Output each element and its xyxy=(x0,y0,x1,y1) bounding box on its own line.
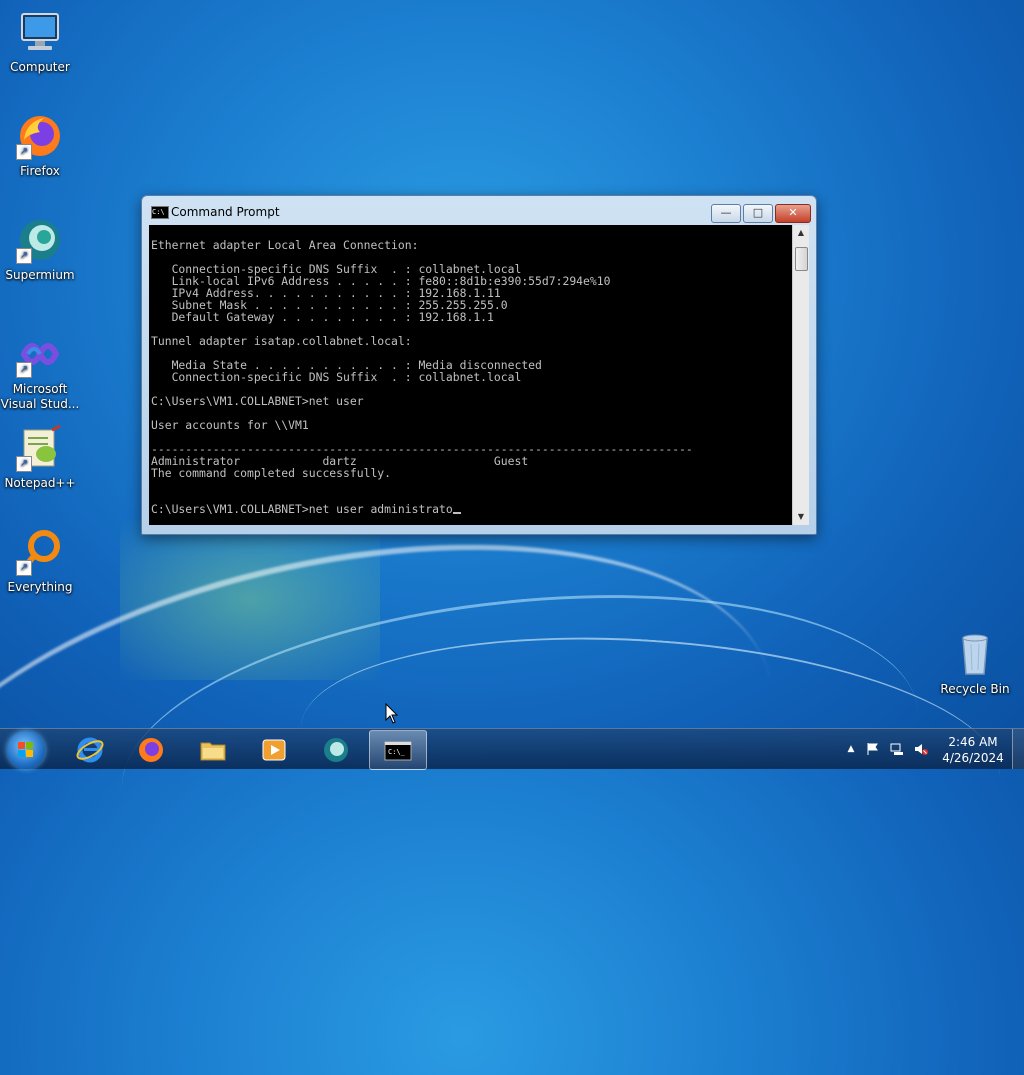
console-text: Ethernet adapter Local Area Connection: … xyxy=(151,238,693,516)
action-center-flag-icon[interactable] xyxy=(866,742,880,756)
clock-date: 4/26/2024 xyxy=(942,751,1004,765)
volume-muted-icon[interactable] xyxy=(914,742,928,756)
taskbar: C:\_ ▲ 2:46 AM 4/26/2024 xyxy=(0,728,1024,770)
shortcut-arrow-icon: ↗ xyxy=(16,456,32,472)
desktop-icon-label: Supermium xyxy=(5,268,75,282)
desktop-icon-label: Firefox xyxy=(20,164,60,178)
command-prompt-window[interactable]: C:\ Command Prompt — □ ✕ Ethernet adapte… xyxy=(141,195,817,535)
desktop-icon-supermium[interactable]: ↗ Supermium xyxy=(0,216,80,283)
minimize-button[interactable]: — xyxy=(711,204,741,223)
network-icon[interactable] xyxy=(890,742,904,756)
media-player-icon xyxy=(260,736,288,764)
clock-time: 2:46 AM xyxy=(948,735,998,749)
desktop-icon-label: Notepad++ xyxy=(4,476,76,490)
taskbar-clock[interactable]: 2:46 AM 4/26/2024 xyxy=(940,734,1006,766)
desktop-icon-label: Recycle Bin xyxy=(940,682,1010,696)
shortcut-arrow-icon: ↗ xyxy=(16,560,32,576)
scroll-down-arrow-icon[interactable]: ▼ xyxy=(793,509,809,525)
desktop-icon-computer[interactable]: Computer xyxy=(0,8,80,75)
desktop-icon-notepad-plus-plus[interactable]: ↗ Notepad++ xyxy=(0,424,80,491)
cmd-icon: C:\_ xyxy=(384,737,412,765)
desktop-icon-visual-studio[interactable]: ↗ Microsoft Visual Stud... xyxy=(0,330,80,412)
recycle-bin-icon xyxy=(951,630,999,678)
scroll-thumb[interactable] xyxy=(795,247,808,271)
show-hidden-icons-icon[interactable]: ▲ xyxy=(844,742,858,756)
show-desktop-button[interactable] xyxy=(1012,729,1024,769)
desktop-icon-label: Everything xyxy=(7,580,73,594)
folder-icon xyxy=(199,736,227,764)
taskbar-command-prompt[interactable]: C:\_ xyxy=(369,730,427,770)
wallpaper-glow xyxy=(120,520,380,680)
shortcut-arrow-icon: ↗ xyxy=(16,144,32,160)
desktop-icon-firefox[interactable]: ↗ Firefox xyxy=(0,112,80,179)
visual-studio-icon: ↗ xyxy=(16,330,64,378)
supermium-icon: ↗ xyxy=(16,216,64,264)
desktop-icon-label: Computer xyxy=(10,60,70,74)
desktop-icon-label: Microsoft Visual Stud... xyxy=(0,382,80,411)
cmd-icon: C:\ xyxy=(151,206,169,219)
close-button[interactable]: ✕ xyxy=(775,204,811,223)
console-output[interactable]: Ethernet adapter Local Area Connection: … xyxy=(149,225,792,525)
scroll-up-arrow-icon[interactable]: ▲ xyxy=(793,225,809,241)
system-tray: ▲ xyxy=(840,729,940,769)
supermium-icon xyxy=(322,736,350,764)
taskbar-file-explorer[interactable] xyxy=(185,730,241,768)
vertical-scrollbar[interactable]: ▲ ▼ xyxy=(792,225,809,525)
taskbar-internet-explorer[interactable] xyxy=(62,730,118,768)
internet-explorer-icon xyxy=(76,736,104,764)
notepad-plus-plus-icon: ↗ xyxy=(16,424,64,472)
desktop-icon-recycle-bin[interactable]: Recycle Bin xyxy=(935,630,1015,697)
text-cursor xyxy=(452,512,461,514)
taskbar-supermium[interactable] xyxy=(308,730,364,768)
svg-text:C:\_: C:\_ xyxy=(388,748,406,756)
windows-logo-icon xyxy=(18,742,34,758)
firefox-icon xyxy=(137,736,165,764)
console-prompt-line[interactable]: C:\Users\VM1.COLLABNET>net user administ… xyxy=(151,502,453,516)
shortcut-arrow-icon: ↗ xyxy=(16,248,32,264)
desktop-icon-everything[interactable]: ↗ Everything xyxy=(0,528,80,595)
maximize-button[interactable]: □ xyxy=(743,204,773,223)
taskbar-media-player[interactable] xyxy=(246,730,302,768)
window-titlebar[interactable]: C:\ Command Prompt — □ ✕ xyxy=(142,196,816,224)
firefox-icon: ↗ xyxy=(16,112,64,160)
computer-icon xyxy=(16,8,64,56)
everything-search-icon: ↗ xyxy=(16,528,64,576)
taskbar-firefox[interactable] xyxy=(123,730,179,768)
window-title: Command Prompt xyxy=(171,205,280,219)
shortcut-arrow-icon: ↗ xyxy=(16,362,32,378)
start-button[interactable] xyxy=(7,731,45,769)
